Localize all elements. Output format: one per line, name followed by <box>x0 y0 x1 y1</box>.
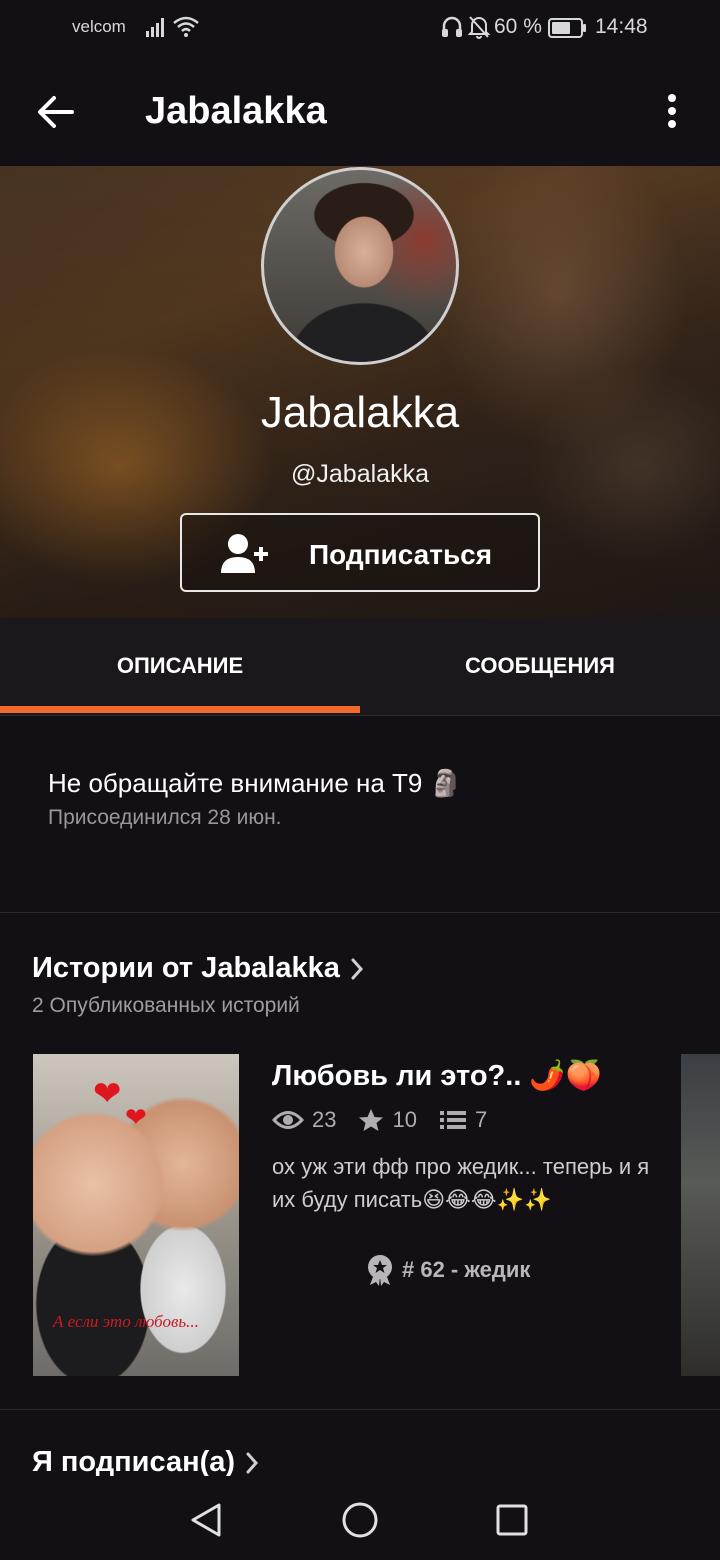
nav-home-button[interactable] <box>338 1498 382 1542</box>
votes-count: 10 <box>392 1107 417 1132</box>
about-section: Не обращайте внимание на Т9 🗿 Присоедини… <box>0 716 720 913</box>
parts-count: 7 <box>474 1107 488 1132</box>
joined-date: Присоединился 28 июн. <box>48 806 282 829</box>
carrier-name: velcom <box>72 17 126 36</box>
circle-home-icon <box>342 1502 378 1538</box>
bio-text: Не обращайте внимание на Т9 🗿 <box>48 768 462 798</box>
triangle-back-icon <box>191 1503 221 1537</box>
stories-count: 2 Опубликованных историй <box>32 994 300 1017</box>
back-button[interactable] <box>34 92 78 132</box>
following-title: Я подписан(а) <box>32 1446 236 1478</box>
views-stat: 23 <box>272 1107 336 1133</box>
story-stats: 23 10 7 <box>272 1107 509 1133</box>
arrow-left-icon <box>38 96 74 128</box>
story-title[interactable]: Любовь ли это?.. 🌶️🍑 <box>272 1059 602 1093</box>
wifi-icon <box>173 16 199 37</box>
stories-section: Истории от Jabalakka 2 Опубликованных ис… <box>0 914 720 1410</box>
avatar[interactable] <box>261 167 459 365</box>
eye-icon <box>272 1111 304 1129</box>
heart-icon: ❤ <box>93 1075 122 1113</box>
square-recents-icon <box>496 1504 528 1536</box>
star-icon <box>359 1109 384 1131</box>
more-vertical-icon <box>668 94 676 128</box>
story-rank[interactable]: # 62 - жедик <box>366 1254 530 1286</box>
ribbon-badge-icon <box>368 1255 392 1286</box>
status-bar: velcom 60 % 14:48 <box>0 0 720 56</box>
battery-icon <box>548 18 586 38</box>
rank-label: # 62 - жедик <box>402 1257 531 1282</box>
following-header-link[interactable]: Я подписан(а) <box>32 1446 259 1479</box>
parts-stat: 7 <box>439 1107 487 1133</box>
list-icon <box>439 1111 466 1129</box>
nav-back-button[interactable] <box>184 1498 228 1542</box>
follow-button-label: Подписаться <box>309 539 493 570</box>
next-story-cover[interactable] <box>681 1054 720 1376</box>
tab-messages[interactable]: СООБЩЕНИЯ <box>360 618 720 714</box>
chevron-right-icon <box>351 958 363 979</box>
cover-caption: А если это любовь... <box>53 1312 199 1331</box>
views-count: 23 <box>312 1107 337 1132</box>
system-nav-bar <box>0 1476 720 1560</box>
page-title: Jabalakka <box>145 90 327 132</box>
headphones-icon <box>442 16 462 37</box>
active-tab-indicator <box>0 706 360 713</box>
profile-tabs: ОПИСАНИЕ СООБЩЕНИЯ <box>0 618 720 716</box>
stories-header-link[interactable]: Истории от Jabalakka <box>32 952 364 985</box>
story-description: ох уж эти фф про жедик... теперь и я их … <box>272 1154 650 1212</box>
signal-icon <box>146 18 164 37</box>
battery-percent: 60 % <box>494 15 542 38</box>
profile-handle: @Jabalakka <box>291 460 429 488</box>
story-cover[interactable]: ❤ ❤ А если это любовь... <box>33 1054 239 1376</box>
clock: 14:48 <box>595 15 648 38</box>
tab-description[interactable]: ОПИСАНИЕ <box>0 618 360 714</box>
more-options-button[interactable] <box>656 90 688 132</box>
add-user-icon <box>221 534 268 573</box>
bell-muted-icon <box>467 16 491 39</box>
nav-recents-button[interactable] <box>490 1498 534 1542</box>
chevron-right-icon <box>246 1452 259 1473</box>
profile-banner: Jabalakka @Jabalakka Подписаться <box>0 166 720 618</box>
profile-display-name: Jabalakka <box>260 388 460 437</box>
stories-title: Истории от Jabalakka <box>32 952 340 984</box>
heart-icon: ❤ <box>125 1102 147 1132</box>
follow-button[interactable]: Подписаться <box>180 513 540 592</box>
votes-stat: 10 <box>358 1107 417 1133</box>
app-bar: Jabalakka <box>0 56 720 166</box>
